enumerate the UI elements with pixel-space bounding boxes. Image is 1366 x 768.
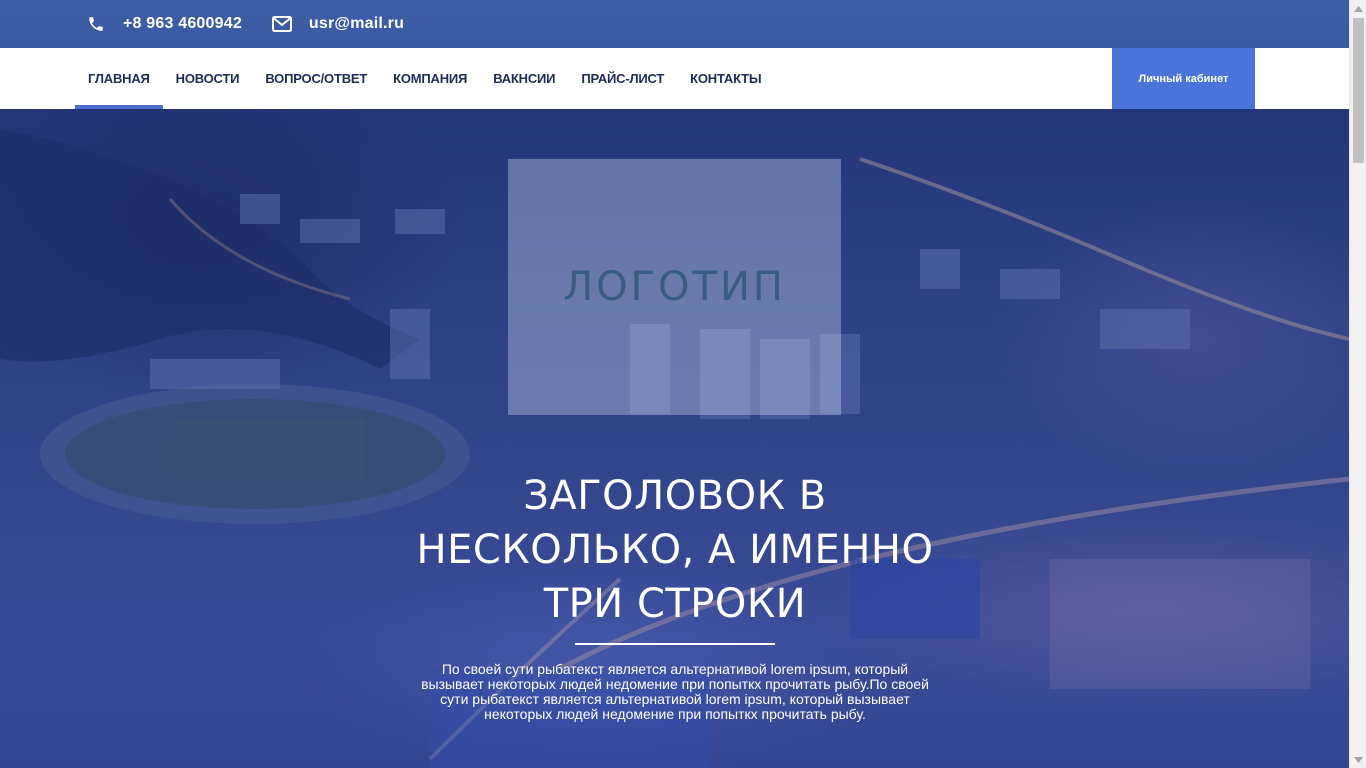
scrollbar-thumb[interactable] <box>1353 18 1364 163</box>
email-contact[interactable]: usr@mail.ru <box>271 14 405 34</box>
logo-placeholder[interactable]: ЛОГОТИП <box>508 159 841 415</box>
vertical-scrollbar[interactable] <box>1349 0 1366 768</box>
hero-section: ЛОГОТИП ЗАГОЛОВОК В НЕСКОЛЬКО, А ИМЕННО … <box>0 109 1349 768</box>
nav-item-news[interactable]: НОВОСТИ <box>163 48 253 109</box>
hero-headline: ЗАГОЛОВОК В НЕСКОЛЬКО, А ИМЕННО ТРИ СТРО… <box>340 469 1010 631</box>
nav-menu: ГЛАВНАЯ НОВОСТИ ВОПРОС/ОТВЕТ КОМПАНИЯ ВА… <box>0 48 774 109</box>
description-line-4: некоторых людей недомение при попыткх пр… <box>484 706 866 722</box>
headline-divider <box>575 643 775 645</box>
nav-item-company[interactable]: КОМПАНИЯ <box>380 48 480 109</box>
headline-line-3: ТРИ СТРОКИ <box>543 581 807 627</box>
nav-item-price-list[interactable]: ПРАЙС-ЛИСТ <box>568 48 677 109</box>
phone-icon <box>86 14 106 34</box>
nav-item-home[interactable]: ГЛАВНАЯ <box>75 48 163 109</box>
description-line-1: По своей сути рыбатекст является альтерн… <box>441 661 909 677</box>
scroll-down-arrow-icon[interactable] <box>1350 751 1366 768</box>
phone-number: +8 963 4600942 <box>123 15 242 32</box>
nav-item-faq[interactable]: ВОПРОС/ОТВЕТ <box>252 48 380 109</box>
headline-line-1: ЗАГОЛОВОК В <box>523 473 827 519</box>
main-navbar: ГЛАВНАЯ НОВОСТИ ВОПРОС/ОТВЕТ КОМПАНИЯ ВА… <box>0 48 1349 109</box>
phone-contact[interactable]: +8 963 4600942 <box>86 14 242 34</box>
envelope-icon <box>271 14 292 34</box>
logo-text: ЛОГОТИП <box>563 264 786 310</box>
email-address: usr@mail.ru <box>308 15 405 32</box>
description-line-3: сути рыбатекст является альтернативой lo… <box>440 691 910 707</box>
personal-cabinet-button[interactable]: Личный кабинет <box>1112 48 1255 109</box>
scroll-up-arrow-icon[interactable] <box>1350 0 1366 17</box>
description-line-2: вызывает некоторых людей недомение при п… <box>421 676 929 692</box>
top-contact-bar: +8 963 4600942 usr@mail.ru <box>0 0 1349 48</box>
nav-item-vacancies[interactable]: ВАКНСИИ <box>480 48 568 109</box>
nav-item-contacts[interactable]: КОНТАКТЫ <box>677 48 774 109</box>
headline-line-2: НЕСКОЛЬКО, А ИМЕННО <box>416 527 934 573</box>
hero-description: По своей сути рыбатекст является альтерн… <box>380 662 970 722</box>
